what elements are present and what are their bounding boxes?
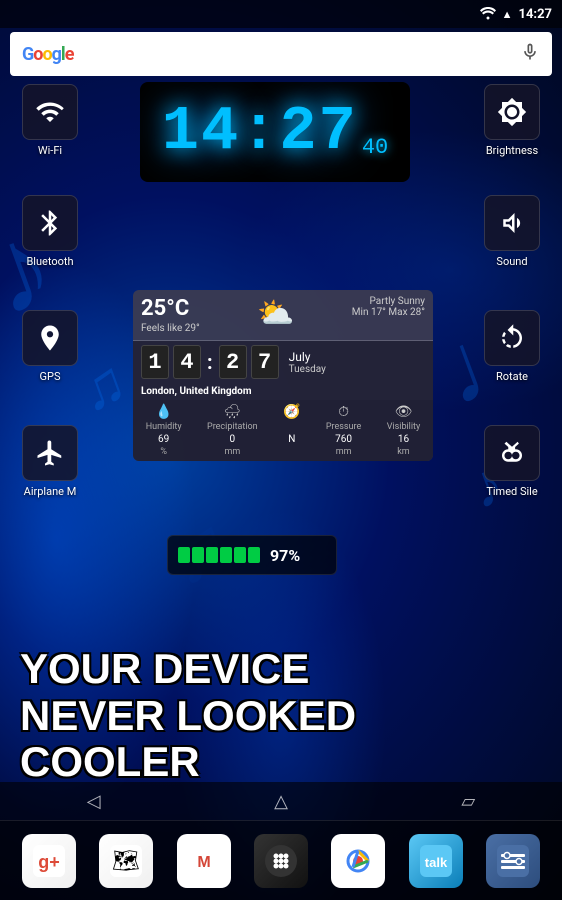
rotate-label: Rotate [496,370,528,383]
promo-line2: NEVER LOOKED [20,693,356,739]
gps-icon-box [22,310,78,366]
weather-min-max: Min 17° Max 28° [352,307,425,318]
flip-hour-2: 4 [173,345,201,379]
bluetooth-label: Bluetooth [26,255,73,268]
humidity-unit: % [160,447,167,457]
nav-bar: ◁ △ ▱ [0,782,562,820]
brightness-icon-box [484,84,540,140]
weather-temp: 25°C [141,296,200,321]
gps-label: GPS [40,370,61,383]
svg-text:M: M [197,854,210,871]
date-info: July Tuesday [289,350,326,375]
battery-seg-3 [206,547,218,563]
dock: g+ 🗺 M [0,820,562,900]
timed-sile-toggle[interactable]: Timed Sile [472,425,552,498]
flip-min-2: 7 [251,345,279,379]
rotate-toggle[interactable]: Rotate [472,310,552,383]
pressure-unit: mm [336,447,352,457]
dock-chrome[interactable] [331,834,385,888]
weather-stats: 💧 Humidity 69 % 🌧 Precipitation 0 mm 🧭 N… [133,400,433,461]
month: July [289,350,326,364]
bluetooth-toggle[interactable]: Bluetooth [10,195,90,268]
battery-seg-6 [248,547,260,563]
brightness-toggle[interactable]: Brightness [472,84,552,157]
flip-hour-1: 1 [141,345,169,379]
battery-bar [178,547,260,563]
clock-display: 14:27 [162,101,358,163]
back-button[interactable]: ◁ [67,785,121,818]
wifi-icon-box [22,84,78,140]
promo-text: YOUR DEVICE NEVER LOOKED COOLER [20,646,356,785]
dock-maps[interactable]: 🗺 [99,834,153,888]
voice-search-icon[interactable] [520,42,540,67]
weather-condition: Partly Sunny [352,296,425,307]
search-bar[interactable]: Google [10,32,552,76]
dock-google-plus[interactable]: g+ [22,834,76,888]
flip-min-1: 2 [219,345,247,379]
svg-text:🗺: 🗺 [112,848,140,873]
promo-line1: YOUR DEVICE [20,646,356,692]
promo-line3: COOLER [20,739,356,785]
status-bar: ▲ 14:27 [0,0,562,28]
humidity-stat: 💧 Humidity 69 % [146,404,182,457]
sound-label: Sound [496,255,527,268]
weather-condition-icon: ⛅ [257,296,294,331]
airplane-icon-box [22,425,78,481]
compass-stat: 🧭 N [283,404,300,457]
visibility-unit: km [397,447,409,457]
rotate-icon-box [484,310,540,366]
status-time: 14:27 [519,7,553,22]
airplane-label: Airplane M [24,485,77,498]
flip-clock-row: 1 4 : 2 7 July Tuesday [133,341,433,383]
dock-talk[interactable]: talk [409,834,463,888]
wifi-label: Wi-Fi [38,144,62,157]
pressure-stat: ⏱ Pressure 760 mm [326,404,361,457]
airplane-toggle[interactable]: Airplane M [10,425,90,498]
battery-seg-1 [178,547,190,563]
dock-gmail[interactable]: M [177,834,231,888]
precipitation-stat: 🌧 Precipitation 0 mm [207,404,258,457]
clock-widget: 14:27 40 [140,82,410,182]
gps-toggle[interactable]: GPS [10,310,90,383]
home-button[interactable]: △ [254,785,308,818]
battery-seg-2 [192,547,204,563]
signal-status-icon: ▲ [502,8,513,21]
google-logo: Google [22,44,73,65]
clock-seconds: 40 [362,135,388,160]
svg-text:g+: g+ [38,852,60,872]
weather-feels-like: Feels like 29° [141,323,200,334]
battery-percent: 97% [270,546,300,565]
visibility-stat: 👁 Visibility 16 km [387,404,421,457]
wifi-toggle[interactable]: Wi-Fi [10,84,90,157]
location-row: London, United Kingdom [133,383,433,400]
humidity-value: 69 [158,434,169,445]
battery-widget: 97% [167,535,337,575]
visibility-value: 16 [398,434,409,445]
recents-button[interactable]: ▱ [441,785,495,818]
brightness-label: Brightness [486,144,538,157]
weather-widget: 25°C Feels like 29° ⛅ Partly Sunny Min 1… [133,290,433,461]
precip-value: 0 [230,434,236,445]
precip-unit: mm [224,447,240,457]
bluetooth-icon-box [22,195,78,251]
sound-toggle[interactable]: Sound [472,195,552,268]
location-name: London, United Kingdom [141,386,252,397]
pressure-value: 760 [335,434,352,445]
battery-seg-4 [220,547,232,563]
dock-app-drawer[interactable] [254,834,308,888]
wifi-status-icon [480,6,496,23]
timed-sile-icon-box [484,425,540,481]
dock-settings[interactable] [486,834,540,888]
battery-seg-5 [234,547,246,563]
day-name: Tuesday [289,364,326,375]
svg-text:talk: talk [425,855,448,870]
sound-icon-box [484,195,540,251]
timed-sile-label: Timed Sile [486,485,537,498]
